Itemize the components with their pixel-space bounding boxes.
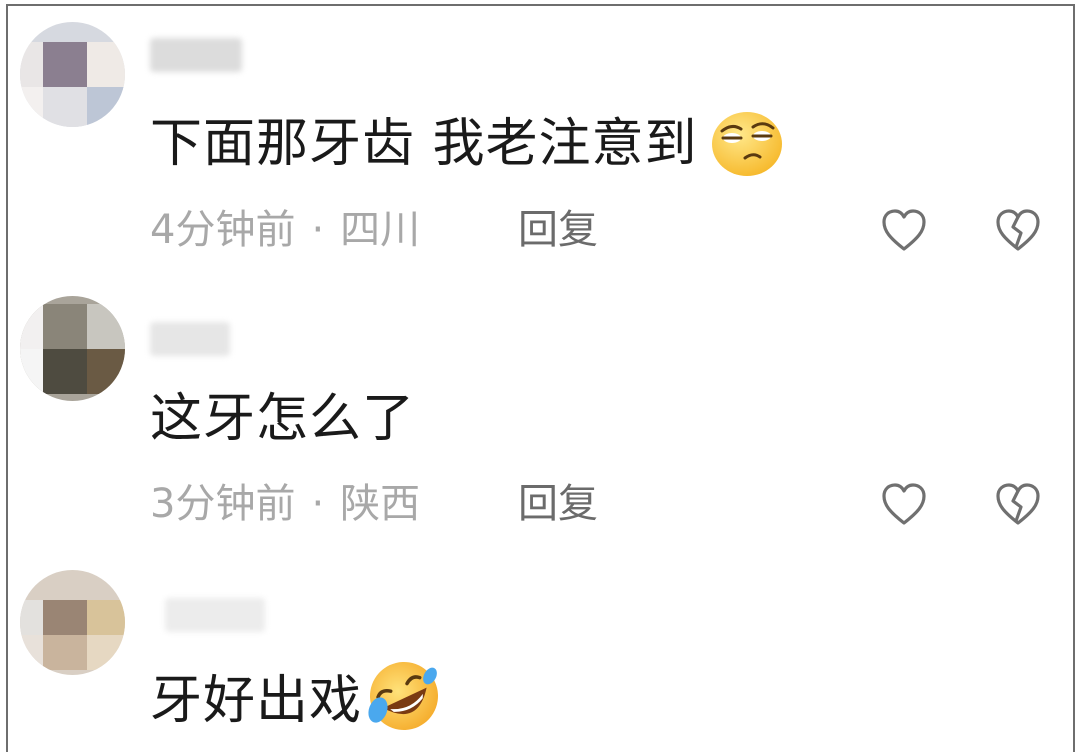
comment-meta: 4分钟前 · 四川 bbox=[150, 206, 420, 254]
rolling-on-floor-laughing-emoji-icon bbox=[368, 662, 439, 730]
comment-body: 这牙怎么了 bbox=[150, 389, 416, 449]
smirk-emoji-icon bbox=[711, 112, 782, 176]
avatar[interactable] bbox=[20, 22, 125, 127]
avatar-mosaic bbox=[20, 304, 125, 394]
avatar-mosaic bbox=[20, 600, 125, 670]
comment-time: 4分钟前 bbox=[150, 207, 296, 253]
comment-text: 这牙怎么了 bbox=[150, 389, 415, 449]
broken-heart-icon[interactable] bbox=[994, 207, 1042, 253]
comment-body: 牙好出戏 bbox=[150, 671, 363, 731]
heart-outline-icon[interactable] bbox=[880, 481, 928, 527]
comment-body: 下面那牙齿 我老注意到 bbox=[150, 114, 698, 174]
heart-outline-icon[interactable] bbox=[880, 207, 928, 253]
comment-location: 陕西 bbox=[340, 481, 421, 527]
username[interactable] bbox=[165, 598, 265, 632]
comment-meta: 3分钟前 · 陕西 bbox=[150, 480, 420, 528]
reply-button[interactable]: 回复 bbox=[518, 480, 598, 528]
comment-text: 下面那牙齿 我老注意到 bbox=[150, 110, 784, 184]
reply-button[interactable]: 回复 bbox=[518, 206, 598, 254]
meta-separator: · bbox=[311, 481, 325, 527]
comment-text: 牙好出戏 bbox=[150, 662, 444, 744]
meta-separator: · bbox=[311, 207, 325, 253]
comment-list: 下面那牙齿 我老注意到 4分钟前 · 四川 回复 这牙怎么了 3分钟前 · 陕西… bbox=[0, 0, 1080, 752]
username[interactable] bbox=[150, 38, 242, 72]
avatar[interactable] bbox=[20, 570, 125, 675]
avatar-mosaic bbox=[20, 42, 125, 127]
comment-location: 四川 bbox=[340, 207, 421, 253]
avatar[interactable] bbox=[20, 296, 125, 401]
comment-time: 3分钟前 bbox=[150, 481, 296, 527]
username[interactable] bbox=[150, 322, 230, 356]
broken-heart-icon[interactable] bbox=[994, 481, 1042, 527]
